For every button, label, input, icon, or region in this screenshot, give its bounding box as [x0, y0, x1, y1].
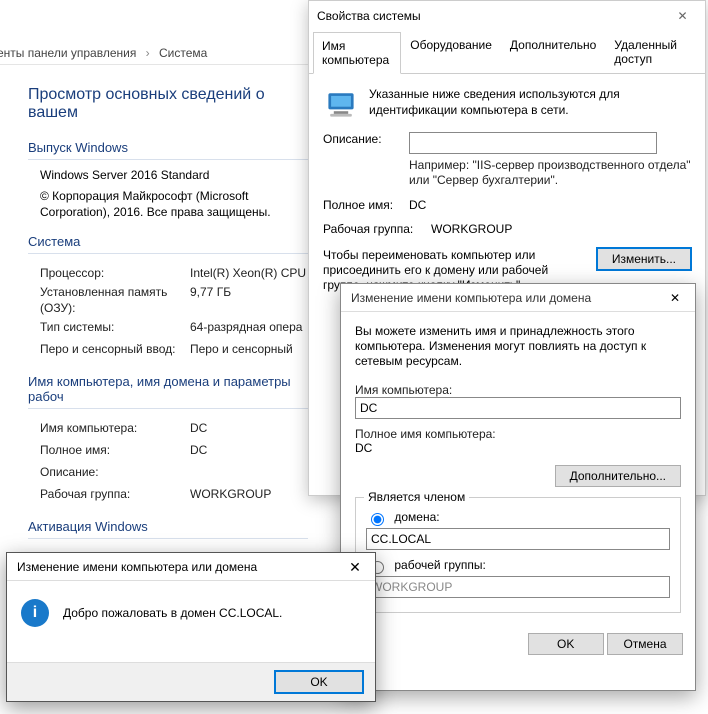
dialog-title: Изменение имени компьютера или домена [7, 553, 375, 581]
section-system: Система [28, 234, 308, 254]
label-domain[interactable]: домена: [394, 510, 439, 524]
group-legend: Является членом [364, 490, 469, 504]
member-of-group: Является членом домена: рабочей группы: [355, 497, 681, 613]
description-hint: Например: "IIS-сервер производственного … [409, 158, 691, 188]
label-description: Описание: [323, 132, 409, 146]
ok-button[interactable]: OK [528, 633, 604, 655]
section-computer-name: Имя компьютера, имя домена и параметры р… [28, 374, 308, 409]
label-workgroup: Рабочая группа: [323, 222, 431, 236]
welcome-message-dialog: Изменение имени компьютера или домена ✕ … [6, 552, 376, 702]
label-computer-name: Имя компьютера: [355, 383, 681, 397]
domain-input[interactable] [366, 528, 670, 550]
tab-remote[interactable]: Удаленный доступ [605, 31, 701, 73]
ok-button[interactable]: OK [275, 671, 363, 693]
page-title: Просмотр основных сведений о вашем [28, 86, 308, 122]
value-workgroup: WORKGROUP [431, 222, 691, 236]
label-full-name: Полное имя: [40, 439, 190, 461]
label-full-name: Полное имя: [323, 198, 409, 212]
value-computer-name: DC [190, 421, 207, 435]
section-activation: Активация Windows [28, 519, 308, 539]
label-systype: Тип системы: [40, 316, 190, 338]
breadcrumb-part[interactable]: енты панели управления [0, 46, 136, 60]
close-icon[interactable]: ✕ [660, 1, 705, 31]
breadcrumb[interactable]: енты панели управления › Система [0, 46, 309, 60]
tabs: Имя компьютера Оборудование Дополнительн… [309, 31, 705, 74]
dialog-title: Изменение имени компьютера или домена [341, 284, 695, 312]
computer-icon [323, 86, 359, 122]
radio-domain[interactable] [371, 513, 384, 526]
label-full-name: Полное имя компьютера: [355, 427, 681, 441]
label-description: Описание: [40, 461, 190, 483]
value-pen: Перо и сенсорный [190, 342, 293, 356]
value-full-name: DC [409, 198, 691, 212]
copyright: © Корпорация Майкрософт (Microsoft Corpo… [40, 188, 308, 220]
close-icon[interactable]: ✕ [655, 284, 695, 312]
value-ram: 9,77 ГБ [190, 285, 231, 299]
message-text: Добро пожаловать в домен CC.LOCAL. [63, 606, 282, 620]
more-button[interactable]: Дополнительно... [555, 465, 681, 487]
chevron-right-icon: › [146, 46, 150, 60]
value-systype: 64-разрядная опера [190, 320, 302, 334]
section-edition: Выпуск Windows [28, 140, 308, 160]
label-workgroup: Рабочая группа: [40, 483, 190, 505]
intro-text: Указанные ниже сведения используются для… [369, 86, 691, 118]
change-name-dialog: Изменение имени компьютера или домена ✕ … [340, 283, 696, 691]
workgroup-input [366, 576, 670, 598]
label-cpu: Процессор: [40, 262, 190, 284]
label-pen: Перо и сенсорный ввод: [40, 338, 190, 360]
value-workgroup: WORKGROUP [190, 487, 271, 501]
close-icon[interactable]: ✕ [335, 553, 375, 581]
tab-computer-name[interactable]: Имя компьютера [313, 32, 401, 74]
dialog-title: Свойства системы [309, 1, 705, 31]
info-icon: i [21, 599, 49, 627]
value-full-name: DC [190, 443, 207, 457]
breadcrumb-part[interactable]: Система [159, 46, 207, 60]
label-ram: Установленная память (ОЗУ): [40, 284, 190, 316]
label-workgroup[interactable]: рабочей группы: [394, 558, 485, 572]
cancel-button[interactable]: Отмена [607, 633, 683, 655]
value-cpu: Intel(R) Xeon(R) CPU [190, 266, 306, 280]
computer-name-input[interactable] [355, 397, 681, 419]
tab-advanced[interactable]: Дополнительно [501, 31, 605, 73]
description-input[interactable] [409, 132, 657, 154]
edition-name: Windows Server 2016 Standard [40, 168, 308, 182]
change-button[interactable]: Изменить... [597, 248, 691, 270]
label-computer-name: Имя компьютера: [40, 417, 190, 439]
value-full-name: DC [355, 441, 681, 455]
tab-hardware[interactable]: Оборудование [401, 31, 501, 73]
info-text: Вы можете изменить имя и принадлежность … [355, 324, 681, 369]
